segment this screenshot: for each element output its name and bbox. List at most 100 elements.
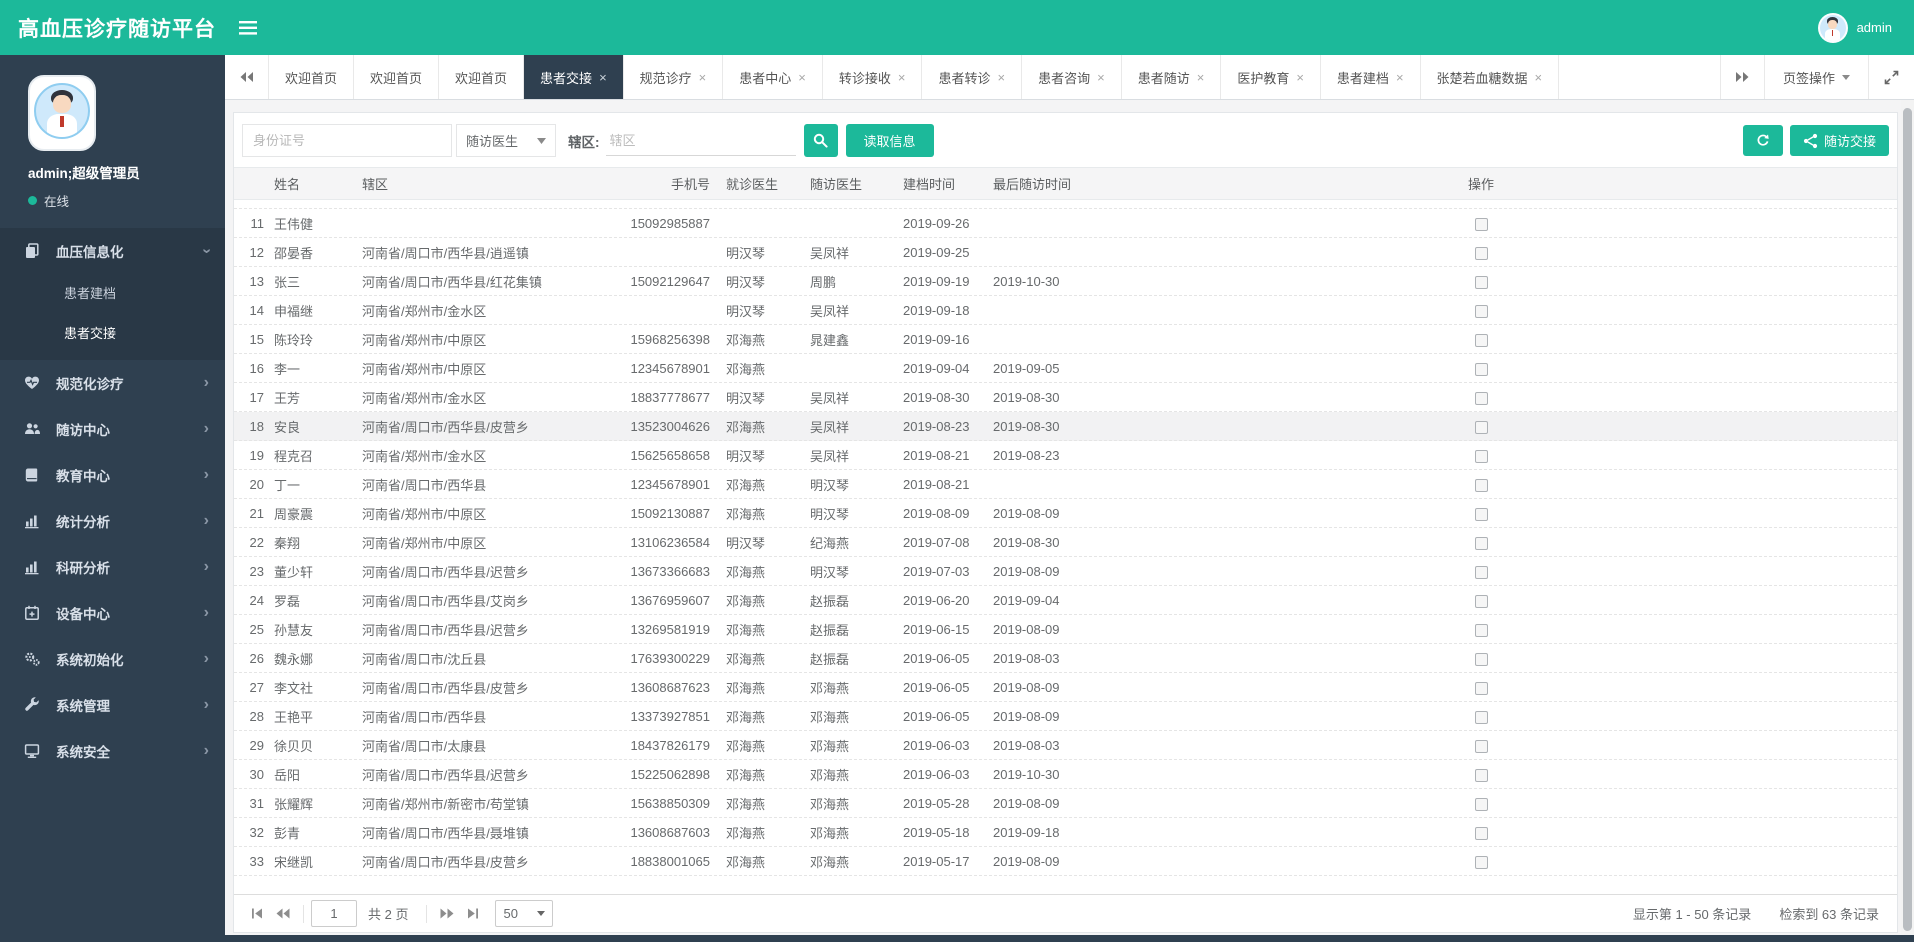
read-info-button[interactable]: 读取信息 (845, 124, 934, 157)
sidebar-subitem-patient-handover[interactable]: 患者交接 (0, 314, 225, 354)
profile-avatar[interactable] (28, 75, 96, 151)
row-checkbox[interactable] (1474, 594, 1488, 608)
previous-page-button[interactable] (270, 901, 296, 927)
tab-close-icon[interactable]: × (599, 70, 607, 85)
sidebar-item-edu-center[interactable]: 教育中心 › (0, 452, 225, 498)
tab-7[interactable]: 患者转诊 × (922, 55, 1023, 99)
tab-close-icon[interactable]: × (1296, 70, 1304, 85)
first-page-button[interactable] (244, 901, 270, 927)
row-checkbox[interactable] (1474, 420, 1488, 434)
tab-close-icon[interactable]: × (798, 70, 806, 85)
next-page-button[interactable] (434, 901, 460, 927)
region-input[interactable] (605, 125, 796, 156)
fullscreen-icon[interactable] (1868, 55, 1914, 99)
table-row[interactable]: 14 申福继 河南省/郑州市/金水区 明汉琴 吴凤祥 2019-09-18 (234, 296, 1897, 325)
row-checkbox[interactable] (1474, 507, 1488, 521)
tab-6[interactable]: 转诊接收 × (823, 55, 923, 99)
tabs-scroll-left-button[interactable] (225, 55, 269, 99)
table-row[interactable]: 28 王艳平 河南省/周口市/西华县 13373927851 邓海燕 邓海燕 2019-06… (234, 702, 1897, 731)
tab-actions-dropdown[interactable]: 页签操作 (1763, 55, 1868, 99)
sidebar-item-stats-analysis[interactable]: 统计分析 › (0, 498, 225, 544)
tab-11[interactable]: 患者建档 × (1321, 55, 1421, 99)
tab-12[interactable]: 张楚若血糖数据 × (1421, 55, 1560, 99)
tab-close-icon[interactable]: × (1535, 70, 1543, 85)
table-row[interactable]: 17 王芳 河南省/郑州市/金水区 18837778677 明汉琴 吴凤祥 2019-08-… (234, 383, 1897, 412)
table-row[interactable]: 15 陈玲玲 河南省/郑州市/中原区 15968256398 邓海燕 晁建鑫 2019-09… (234, 325, 1897, 354)
table-row[interactable]: 13 张三 河南省/周口市/西华县/红花集镇 15092129647 明汉琴 周鹏 2019… (234, 267, 1897, 296)
sidebar-item-sys-manage[interactable]: 系统管理 › (0, 682, 225, 728)
page-size-select[interactable]: 50 (495, 900, 554, 927)
row-checkbox[interactable] (1474, 362, 1488, 376)
table-row[interactable]: 30 岳阳 河南省/周口市/西华县/迟营乡 15225062898 邓海燕 邓海燕 2019… (234, 760, 1897, 789)
sidebar-item-follow-center[interactable]: 随访中心 › (0, 406, 225, 452)
topbar-user-menu[interactable]: admin (1817, 12, 1892, 43)
row-checkbox[interactable] (1474, 333, 1488, 347)
sidebar-item-sys-security[interactable]: 系统安全 › (0, 728, 225, 774)
row-checkbox[interactable] (1474, 710, 1488, 724)
tabs-scroll-right-button[interactable] (1719, 55, 1764, 99)
row-checkbox[interactable] (1474, 681, 1488, 695)
table-row[interactable]: 24 罗磊 河南省/周口市/西华县/艾岗乡 13676959607 邓海燕 赵振磊 2019… (234, 586, 1897, 615)
tab-close-icon[interactable]: × (998, 70, 1006, 85)
sidebar-item-device-center[interactable]: 设备中心 › (0, 590, 225, 636)
row-checkbox[interactable] (1474, 217, 1488, 231)
id-card-input[interactable] (242, 124, 452, 157)
tab-close-icon[interactable]: × (1197, 70, 1205, 85)
table-row[interactable]: 12 邵晏香 河南省/周口市/西华县/逍遥镇 明汉琴 吴凤祥 2019-09-25 (234, 238, 1897, 267)
table-row[interactable]: 23 董少轩 河南省/周口市/西华县/迟营乡 13673366683 邓海燕 明汉琴 201… (234, 557, 1897, 586)
row-checkbox[interactable] (1474, 536, 1488, 550)
table-row[interactable]: 25 孙慧友 河南省/周口市/西华县/迟营乡 13269581919 邓海燕 赵振磊 201… (234, 615, 1897, 644)
row-checkbox[interactable] (1474, 623, 1488, 637)
tab-10[interactable]: 医护教育 × (1221, 55, 1321, 99)
row-checkbox[interactable] (1474, 304, 1488, 318)
sidebar-toggle-icon[interactable] (239, 20, 257, 35)
table-row[interactable]: 22 秦翔 河南省/郑州市/中原区 13106236584 明汉琴 纪海燕 2019-07-… (234, 528, 1897, 557)
table-row[interactable]: 11 王伟健 15092985887 2019-09-26 (234, 209, 1897, 238)
tab-close-icon[interactable]: × (1396, 70, 1404, 85)
table-row[interactable]: 21 周豪震 河南省/郑州市/中原区 15092130887 邓海燕 明汉琴 2019-08… (234, 499, 1897, 528)
row-checkbox[interactable] (1474, 768, 1488, 782)
sidebar-item-std-treatment[interactable]: 规范化诊疗 › (0, 360, 225, 406)
follow-handover-button[interactable]: 随访交接 (1789, 125, 1889, 156)
tab-close-icon[interactable]: × (898, 70, 906, 85)
tab-9[interactable]: 患者随访 × (1122, 55, 1222, 99)
sidebar-subitem-patient-file[interactable]: 患者建档 (0, 274, 225, 314)
tab-8[interactable]: 患者咨询 × (1022, 55, 1122, 99)
tab-2[interactable]: 欢迎首页 (439, 55, 525, 99)
page-number-input[interactable] (311, 900, 357, 927)
refresh-button[interactable] (1742, 125, 1783, 156)
follow-doctor-select[interactable]: 随访医生 (456, 124, 556, 157)
table-row[interactable]: 26 魏永娜 河南省/周口市/沈丘县 17639300229 邓海燕 赵振磊 2019-06… (234, 644, 1897, 673)
row-checkbox[interactable] (1474, 652, 1488, 666)
row-checkbox[interactable] (1474, 739, 1488, 753)
row-checkbox[interactable] (1474, 826, 1488, 840)
tab-3[interactable]: 患者交接 × (524, 55, 624, 99)
table-row[interactable]: 20 丁一 河南省/周口市/西华县 12345678901 邓海燕 明汉琴 2019-08-… (234, 470, 1897, 499)
row-checkbox[interactable] (1474, 478, 1488, 492)
table-row[interactable]: 29 徐贝贝 河南省/周口市/太康县 18437826179 邓海燕 邓海燕 2019-06… (234, 731, 1897, 760)
row-checkbox[interactable] (1474, 449, 1488, 463)
row-checkbox[interactable] (1474, 246, 1488, 260)
table-row[interactable]: 31 张耀辉 河南省/郑州市/新密市/苟堂镇 15638850309 邓海燕 邓海燕 201… (234, 789, 1897, 818)
tab-5[interactable]: 患者中心 × (723, 55, 823, 99)
table-row[interactable]: 27 李文社 河南省/周口市/西华县/皮营乡 13608687623 邓海燕 邓海燕 201… (234, 673, 1897, 702)
row-checkbox[interactable] (1474, 275, 1488, 289)
sidebar-item-research-analysis[interactable]: 科研分析 › (0, 544, 225, 590)
tab-1[interactable]: 欢迎首页 (354, 55, 440, 99)
row-checkbox[interactable] (1474, 855, 1488, 869)
tab-0[interactable]: 欢迎首页 (269, 55, 355, 99)
vertical-scrollbar[interactable] (1901, 100, 1914, 942)
table-row[interactable]: 33 宋继凯 河南省/周口市/西华县/皮营乡 18838001065 邓海燕 邓海燕 201… (234, 847, 1897, 876)
row-checkbox[interactable] (1474, 565, 1488, 579)
table-row[interactable]: 19 程克召 河南省/郑州市/金水区 15625658658 明汉琴 吴凤祥 2019-08… (234, 441, 1897, 470)
scrollbar-thumb[interactable] (1903, 108, 1912, 931)
row-checkbox[interactable] (1474, 391, 1488, 405)
sidebar-item-sys-init[interactable]: 系统初始化 › (0, 636, 225, 682)
row-checkbox[interactable] (1474, 797, 1488, 811)
tab-close-icon[interactable]: × (1097, 70, 1105, 85)
table-row[interactable]: 18 安良 河南省/周口市/西华县/皮营乡 13523004626 邓海燕 吴凤祥 2019… (234, 412, 1897, 441)
table-row[interactable]: 32 彭青 河南省/周口市/西华县/聂堆镇 13608687603 邓海燕 邓海燕 2019… (234, 818, 1897, 847)
table-row[interactable]: 16 李一 河南省/郑州市/中原区 12345678901 邓海燕 2019-09-04 2… (234, 354, 1897, 383)
tab-4[interactable]: 规范诊疗 × (624, 55, 724, 99)
tab-close-icon[interactable]: × (699, 70, 707, 85)
